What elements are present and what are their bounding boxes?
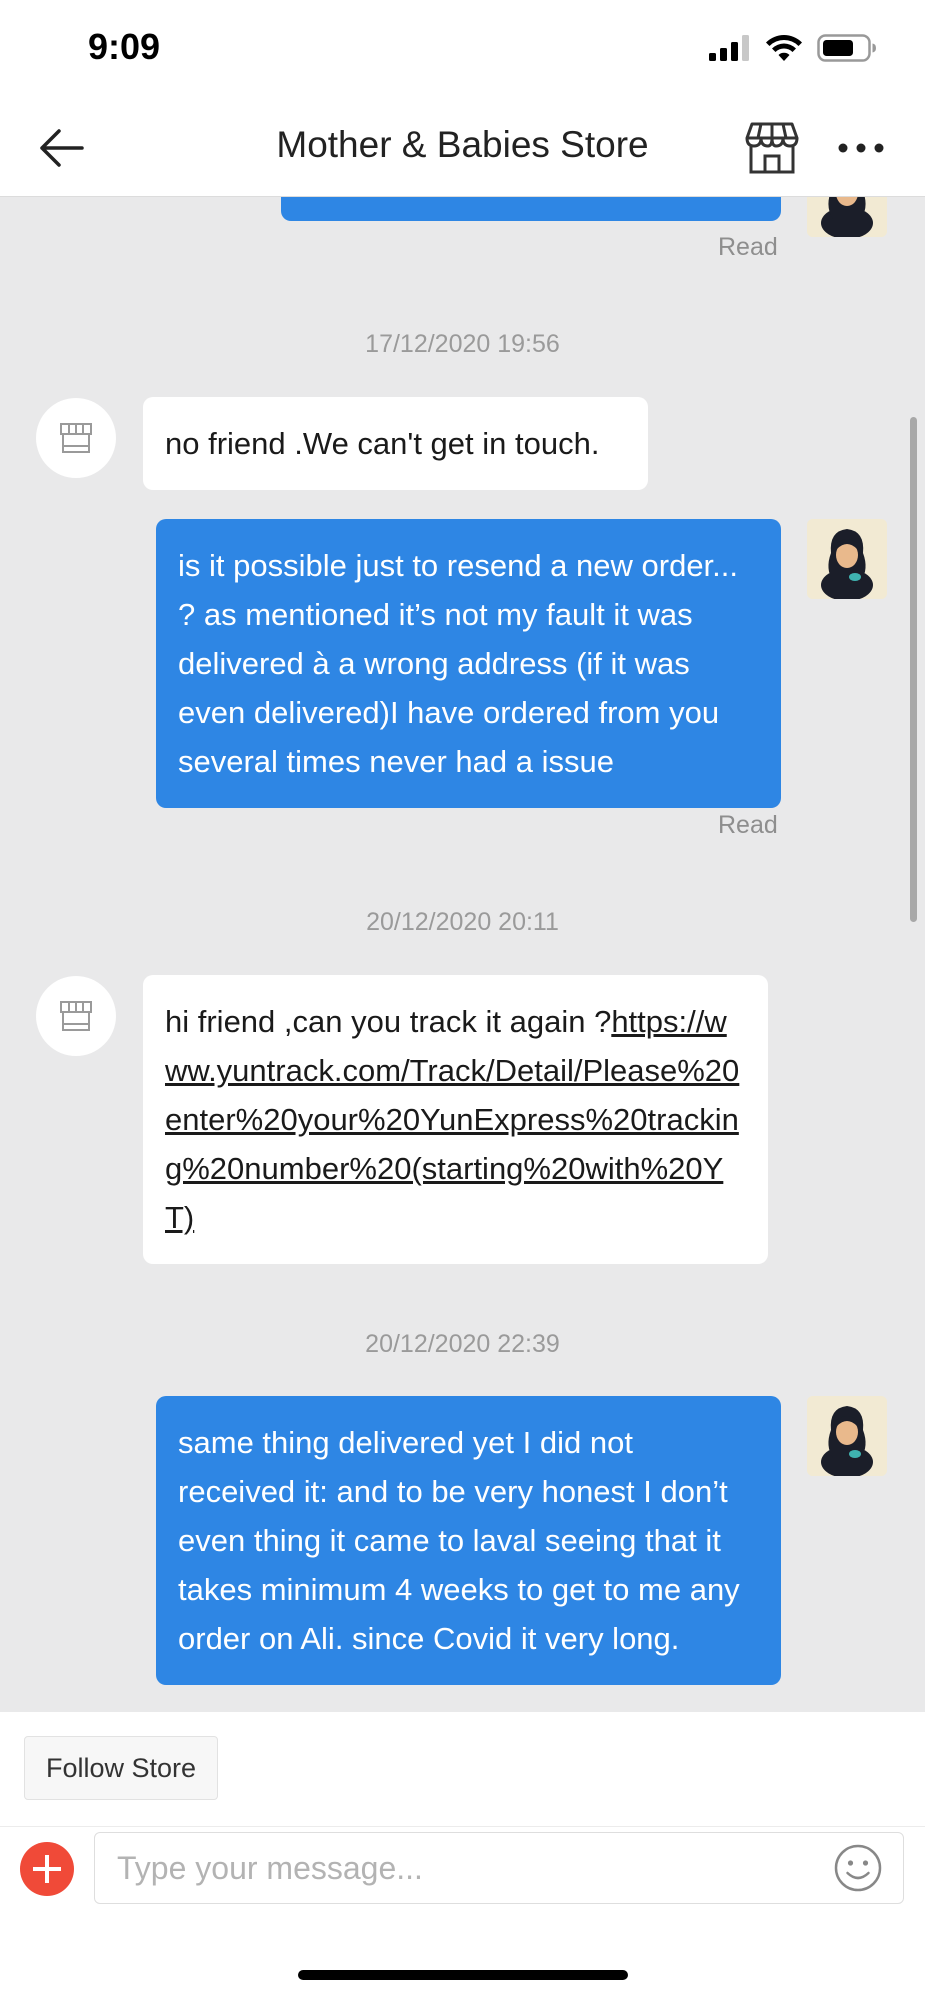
user-avatar (807, 197, 887, 237)
user-avatar-icon (807, 1396, 887, 1476)
follow-store-button[interactable]: Follow Store (24, 1736, 218, 1800)
user-avatar (807, 1396, 887, 1476)
more-icon (838, 143, 884, 153)
message-bubble-sent: same thing delivered yet I did not recei… (156, 1396, 781, 1685)
store-avatar[interactable] (36, 398, 116, 478)
timestamp: 17/12/2020 19:56 (365, 330, 560, 358)
user-avatar-icon (807, 197, 887, 237)
home-indicator[interactable] (298, 1970, 628, 1980)
signal-icon (709, 35, 749, 61)
message-bubble-received: no friend .We can't get in touch. (143, 397, 648, 490)
add-attachment-button[interactable] (20, 1842, 74, 1896)
nav-bar: Mother & Babies Store (0, 100, 925, 197)
scrollbar[interactable] (910, 417, 917, 922)
store-avatar[interactable] (36, 976, 116, 1056)
timestamp: 20/12/2020 20:11 (366, 908, 559, 936)
store-button[interactable] (744, 120, 800, 176)
wifi-icon (766, 35, 802, 61)
bottom-bar: Follow Store (0, 1712, 925, 2000)
status-time: 9:09 (88, 26, 161, 67)
message-text: hi friend ,can you track it again ? (165, 1004, 612, 1039)
message-bubble-received: hi friend ,can you track it again ?https… (143, 975, 768, 1264)
store-icon (745, 122, 799, 174)
emoji-icon (834, 1844, 882, 1892)
read-receipt: Read (718, 811, 778, 839)
divider (0, 1826, 925, 1827)
timestamp: 20/12/2020 22:39 (365, 1330, 560, 1358)
more-button[interactable] (836, 130, 886, 166)
read-receipt: Read (718, 233, 778, 261)
message-input[interactable] (94, 1832, 904, 1904)
status-bar: 9:09 (0, 0, 925, 100)
user-avatar-icon (807, 519, 887, 599)
emoji-button[interactable] (833, 1843, 883, 1893)
chat-area[interactable]: Read 17/12/2020 19:56 no friend .We can'… (0, 197, 925, 1712)
message-bubble-sent: is it possible just to resend a new orde… (156, 519, 781, 808)
store-avatar-icon (60, 1001, 92, 1031)
status-icons (709, 34, 877, 62)
store-avatar-icon (60, 423, 92, 453)
user-avatar (807, 519, 887, 599)
battery-icon (817, 34, 876, 62)
message-bubble-sent (281, 197, 781, 221)
